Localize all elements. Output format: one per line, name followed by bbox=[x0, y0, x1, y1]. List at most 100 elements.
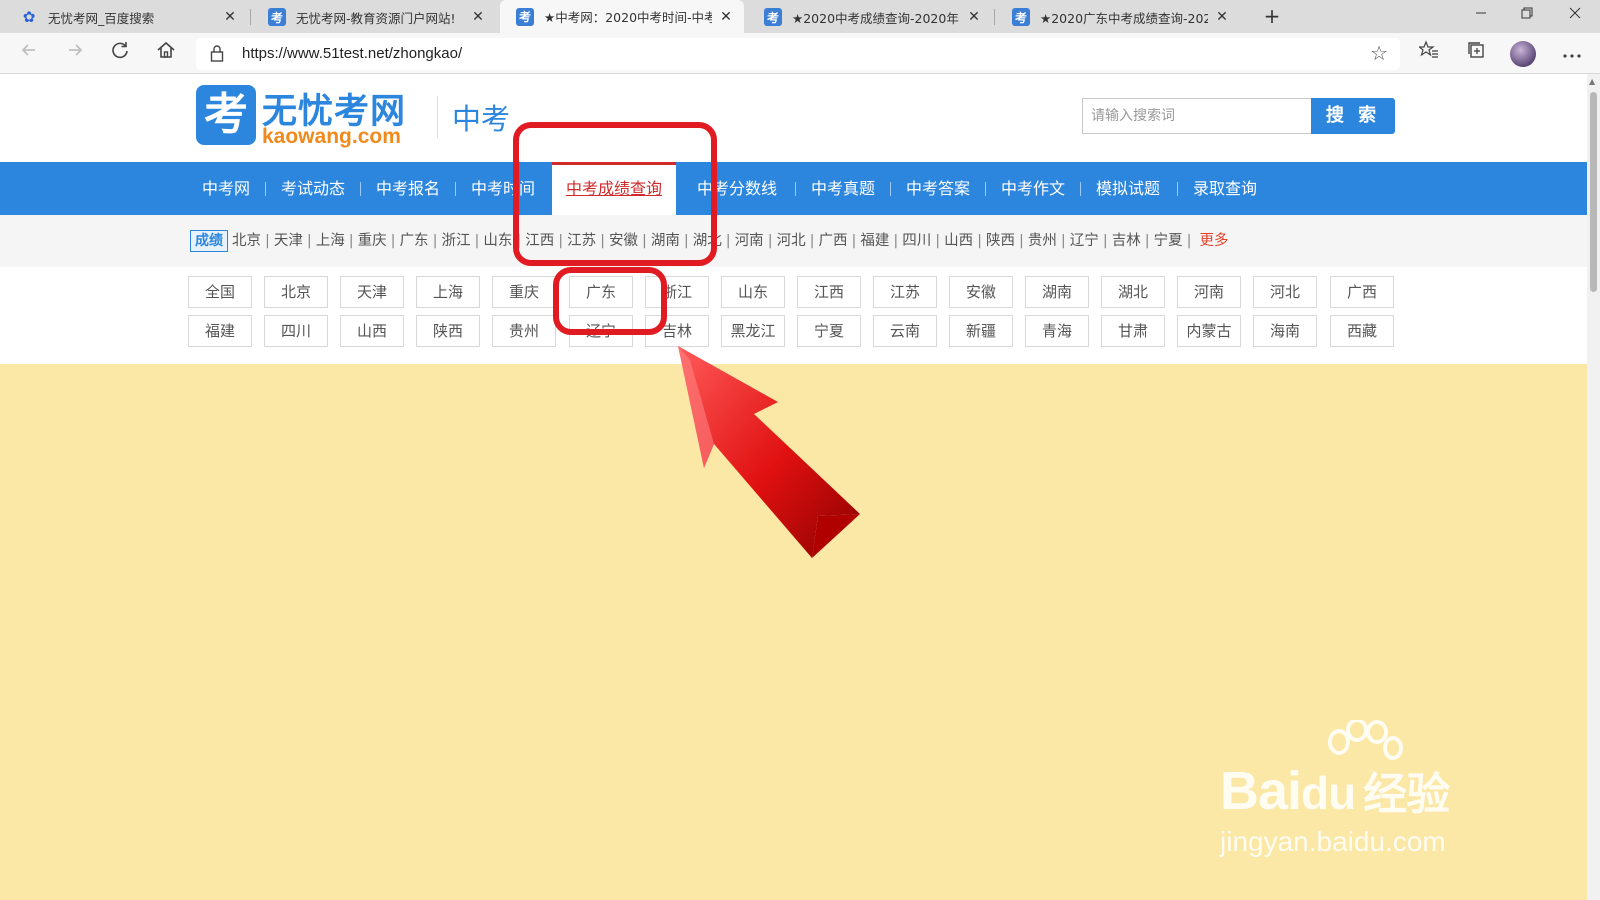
nav-item[interactable]: 模拟试题 bbox=[1082, 162, 1174, 215]
nav-item[interactable]: 录取查询 bbox=[1179, 162, 1271, 215]
home-icon[interactable] bbox=[151, 40, 181, 68]
scroll-thumb[interactable] bbox=[1590, 92, 1597, 292]
tab-close-icon[interactable]: ✕ bbox=[718, 9, 734, 25]
province-button[interactable]: 新疆 bbox=[949, 315, 1013, 347]
region-link[interactable]: 重庆 bbox=[358, 233, 387, 249]
province-button[interactable]: 内蒙古 bbox=[1177, 315, 1241, 347]
region-link[interactable]: 广西 bbox=[818, 233, 847, 249]
search-input[interactable]: 请输入搜索词 bbox=[1082, 98, 1312, 134]
forward-icon[interactable] bbox=[60, 40, 90, 68]
nav-separator bbox=[1080, 182, 1081, 196]
tab-close-icon[interactable]: ✕ bbox=[222, 9, 238, 25]
province-button[interactable]: 全国 bbox=[188, 276, 252, 308]
province-button[interactable]: 海南 bbox=[1253, 315, 1317, 347]
province-button[interactable]: 天津 bbox=[340, 276, 404, 308]
province-button[interactable]: 四川 bbox=[264, 315, 328, 347]
province-button[interactable]: 上海 bbox=[416, 276, 480, 308]
region-link[interactable]: 北京 bbox=[232, 233, 261, 249]
region-link[interactable]: 广东 bbox=[400, 233, 429, 249]
province-button[interactable]: 安徽 bbox=[949, 276, 1013, 308]
nav-separator bbox=[890, 182, 891, 196]
page-scrollbar[interactable]: ▲ bbox=[1587, 74, 1600, 900]
region-separator: | bbox=[1102, 233, 1108, 249]
province-button[interactable]: 北京 bbox=[264, 276, 328, 308]
province-button[interactable]: 江苏 bbox=[873, 276, 937, 308]
region-separator: | bbox=[390, 233, 396, 249]
region-link[interactable]: 浙江 bbox=[441, 233, 470, 249]
browser-tab[interactable]: 考无忧考网-教育资源门户网站! ✕ bbox=[252, 1, 496, 33]
favorite-star-icon[interactable]: ☆ bbox=[1370, 41, 1388, 65]
main-nav: 中考网 考试动态 中考报名 中考时间 中考成绩查询 中考分数线 中考真题 中考答案 中考作文 模拟… bbox=[0, 162, 1587, 215]
region-link[interactable]: 河南 bbox=[735, 233, 764, 249]
new-tab-button[interactable]: + bbox=[1259, 4, 1285, 30]
profile-avatar[interactable] bbox=[1510, 41, 1536, 67]
nav-item[interactable]: 中考网 bbox=[188, 162, 264, 215]
province-button[interactable]: 西藏 bbox=[1330, 315, 1394, 347]
province-button[interactable]: 湖南 bbox=[1025, 276, 1089, 308]
region-separator: | bbox=[432, 233, 438, 249]
region-link[interactable]: 吉林 bbox=[1112, 233, 1141, 249]
province-button[interactable]: 江西 bbox=[797, 276, 861, 308]
province-button[interactable]: 青海 bbox=[1025, 315, 1089, 347]
region-separator: | bbox=[348, 233, 354, 249]
province-button[interactable]: 山西 bbox=[340, 315, 404, 347]
close-icon[interactable] bbox=[1552, 0, 1598, 33]
kaowang-icon: 考 bbox=[764, 8, 782, 26]
score-region-bar: 成绩 北京 | 天津 | 上海 | 重庆 | 广东 | 浙江 | 山东 | 江西 | 江苏 | 安徽 | 湖南 | 湖北 | 河… bbox=[0, 215, 1587, 267]
nav-item[interactable]: 中考作文 bbox=[987, 162, 1079, 215]
back-icon[interactable] bbox=[14, 40, 44, 68]
tab-close-icon[interactable]: ✕ bbox=[966, 9, 982, 25]
section-title[interactable]: 中考 bbox=[452, 96, 510, 138]
tab-close-icon[interactable]: ✕ bbox=[1214, 9, 1230, 25]
nav-separator bbox=[360, 182, 361, 196]
tab-close-icon[interactable]: ✕ bbox=[470, 9, 486, 25]
region-link[interactable]: 陕西 bbox=[986, 233, 1015, 249]
refresh-icon[interactable] bbox=[105, 40, 135, 68]
region-link[interactable]: 四川 bbox=[902, 233, 931, 249]
restore-icon[interactable] bbox=[1504, 0, 1550, 33]
nav-item[interactable]: 中考真题 bbox=[797, 162, 889, 215]
province-button[interactable]: 陕西 bbox=[416, 315, 480, 347]
site-logo[interactable]: 考 无忧考网 kaowang.com bbox=[196, 85, 416, 151]
province-button[interactable]: 湖北 bbox=[1101, 276, 1165, 308]
lock-icon[interactable] bbox=[210, 44, 224, 66]
province-button[interactable]: 河北 bbox=[1253, 276, 1317, 308]
more-icon[interactable] bbox=[1557, 40, 1587, 68]
nav-item[interactable]: 考试动态 bbox=[267, 162, 359, 215]
province-button[interactable]: 山东 bbox=[721, 276, 785, 308]
region-link[interactable]: 天津 bbox=[274, 233, 303, 249]
province-button[interactable]: 重庆 bbox=[492, 276, 556, 308]
browser-tab[interactable]: 考 ★中考网：2020中考时间-中考成 ✕ bbox=[500, 0, 744, 33]
scroll-up-arrow[interactable]: ▲ bbox=[1589, 77, 1595, 86]
search-button[interactable]: 搜 索 bbox=[1311, 98, 1395, 134]
province-button[interactable]: 广西 bbox=[1330, 276, 1394, 308]
region-link[interactable]: 宁夏 bbox=[1154, 233, 1183, 249]
minimize-icon[interactable] bbox=[1458, 0, 1504, 33]
region-link[interactable]: 山东 bbox=[483, 233, 512, 249]
region-link[interactable]: 福建 bbox=[860, 233, 889, 249]
region-links: 北京 | 天津 | 上海 | 重庆 | 广东 | 浙江 | 山东 | 江西 | 江苏 | 安徽 | 湖南 | 湖北 | 河南 | 河… bbox=[232, 229, 1228, 253]
url-text[interactable]: https://www.51test.net/zhongkao/ bbox=[242, 45, 462, 62]
nav-item[interactable]: 中考答案 bbox=[892, 162, 984, 215]
nav-item[interactable]: 中考报名 bbox=[362, 162, 454, 215]
region-link[interactable]: 山西 bbox=[944, 233, 973, 249]
more-link[interactable]: 更多 bbox=[1199, 233, 1228, 249]
province-button[interactable]: 贵州 bbox=[492, 315, 556, 347]
region-link[interactable]: 上海 bbox=[316, 233, 345, 249]
region-link[interactable]: 贵州 bbox=[1028, 233, 1057, 249]
highlight-box-score-query bbox=[513, 122, 717, 266]
baidu-jingyan-watermark: Baidu 经验 jingyan.baidu.com bbox=[1220, 720, 1520, 870]
region-link[interactable]: 河北 bbox=[777, 233, 806, 249]
nav-separator bbox=[795, 182, 796, 196]
browser-tab[interactable]: 考 ★2020中考成绩查询-2020年中考 ✕ bbox=[748, 1, 992, 33]
province-button[interactable]: 河南 bbox=[1177, 276, 1241, 308]
browser-tab[interactable]: ✿ 无忧考网_百度搜索 ✕ bbox=[4, 1, 248, 33]
address-bar[interactable]: https://www.51test.net/zhongkao/ ☆ bbox=[196, 38, 1400, 70]
province-button[interactable]: 云南 bbox=[873, 315, 937, 347]
province-button[interactable]: 福建 bbox=[188, 315, 252, 347]
collections-icon[interactable] bbox=[1461, 40, 1491, 68]
region-link[interactable]: 辽宁 bbox=[1070, 233, 1099, 249]
favorites-list-icon[interactable] bbox=[1414, 40, 1444, 68]
browser-tab[interactable]: 考 ★2020广东中考成绩查询-2020年 ✕ bbox=[996, 1, 1240, 33]
province-button[interactable]: 甘肃 bbox=[1101, 315, 1165, 347]
